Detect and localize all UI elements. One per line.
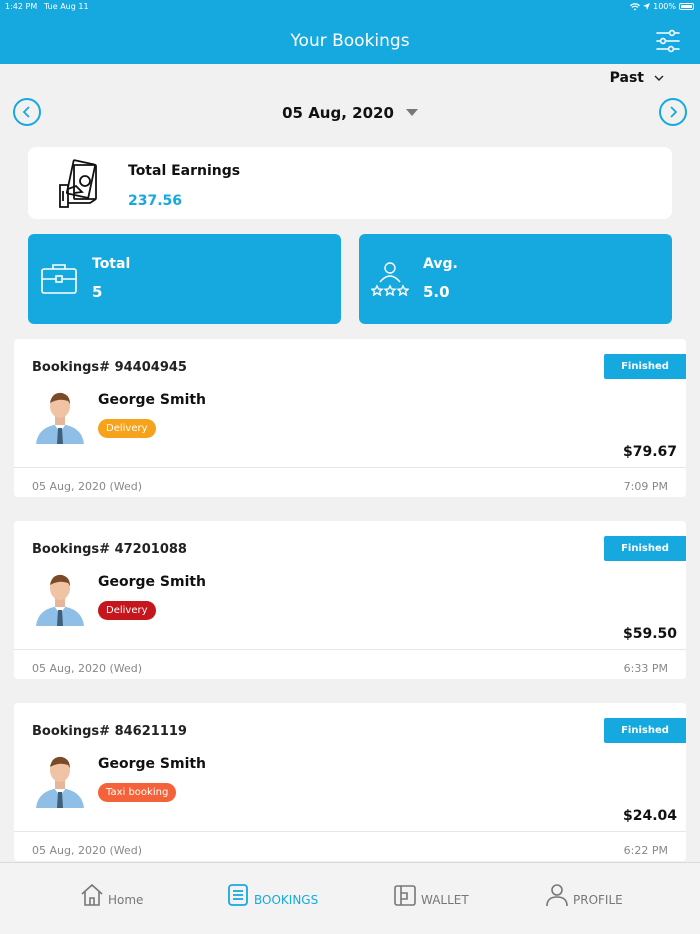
status-bar: 1:42 PM Tue Aug 11 100% — [0, 0, 700, 14]
money-hand-icon — [59, 159, 97, 208]
customer-name: George Smith — [98, 756, 207, 772]
location-icon — [643, 3, 651, 10]
filter-sliders-icon[interactable] — [656, 29, 680, 53]
booking-date: 05 Aug, 2020 (Wed) — [32, 662, 143, 675]
booking-time: 7:09 PM — [623, 480, 668, 493]
profile-icon — [546, 884, 568, 907]
booking-card[interactable]: Bookings# 94404945 Finished George Smith… — [14, 339, 686, 497]
divider — [14, 831, 686, 832]
status-time: 1:42 PM — [5, 2, 38, 11]
tab-bookings-label: BOOKINGS — [254, 893, 319, 907]
divider — [14, 467, 686, 468]
total-earnings-card: Total Earnings 237.56 — [28, 147, 672, 219]
booking-amount: $79.67 — [622, 444, 677, 460]
tab-profile-label: PROFILE — [573, 893, 623, 907]
page-title: Your Bookings — [290, 31, 410, 51]
wifi-icon — [630, 2, 641, 10]
tab-profile[interactable]: PROFILE — [545, 883, 623, 907]
status-badge: Finished — [604, 354, 686, 379]
status-right: 100% — [630, 2, 694, 11]
period-label: Past — [609, 70, 644, 86]
tab-bookings[interactable]: BOOKINGS — [226, 883, 318, 907]
caret-down-icon — [405, 109, 418, 116]
status-badge: Finished — [604, 718, 686, 743]
period-dropdown[interactable]: Past — [610, 70, 664, 86]
battery-percent: 100% — [653, 2, 676, 11]
next-date-button[interactable] — [659, 98, 687, 126]
tab-home-label: Home — [108, 893, 144, 907]
total-label: Total — [92, 256, 131, 272]
battery-icon — [679, 3, 694, 10]
avatar — [36, 574, 84, 626]
status-badge: Finished — [604, 536, 686, 561]
chevron-down-icon — [654, 75, 664, 81]
average-rating-card: Avg. 5.0 — [359, 234, 672, 324]
booking-time: 6:22 PM — [623, 844, 668, 857]
avatar — [36, 392, 84, 444]
booking-time: 6:33 PM — [623, 662, 668, 675]
booking-id: Bookings# 94404945 — [32, 360, 187, 375]
divider — [14, 649, 686, 650]
chevron-right-icon — [670, 106, 678, 118]
rating-person-icon — [371, 262, 409, 296]
total-value: 5 — [92, 283, 103, 301]
tab-home[interactable]: Home — [80, 883, 143, 907]
header-bar: Your Bookings — [0, 14, 700, 64]
avg-value: 5.0 — [423, 283, 450, 301]
briefcase-icon — [41, 264, 77, 294]
customer-name: George Smith — [98, 574, 207, 590]
total-bookings-card: Total 5 — [28, 234, 341, 324]
booking-amount: $59.50 — [622, 626, 677, 642]
home-icon — [81, 883, 103, 906]
booking-card[interactable]: Bookings# 47201088 Finished George Smith… — [14, 521, 686, 679]
booking-date: 05 Aug, 2020 (Wed) — [32, 480, 143, 493]
booking-type-tag: Taxi booking — [98, 783, 177, 802]
tab-wallet[interactable]: WALLET — [393, 883, 469, 907]
selected-date: 05 Aug, 2020 — [282, 103, 394, 122]
booking-type-tag: Delivery — [98, 601, 156, 620]
booking-id: Bookings# 84621119 — [32, 724, 187, 739]
booking-type-tag: Delivery — [98, 419, 156, 438]
tab-wallet-label: WALLET — [421, 893, 469, 907]
status-date: Tue Aug 11 — [44, 2, 89, 11]
avg-label: Avg. — [423, 256, 458, 272]
booking-amount: $24.04 — [622, 808, 677, 824]
bookings-list-icon — [228, 884, 248, 906]
date-selector[interactable]: 05 Aug, 2020 — [0, 103, 700, 122]
booking-date: 05 Aug, 2020 (Wed) — [32, 844, 143, 857]
wallet-icon — [394, 885, 416, 906]
booking-card[interactable]: Bookings# 84621119 Finished George Smith… — [14, 703, 686, 861]
booking-id: Bookings# 47201088 — [32, 542, 187, 557]
avatar — [36, 756, 84, 808]
customer-name: George Smith — [98, 392, 207, 408]
earnings-value: 237.56 — [128, 193, 183, 209]
bottom-tab-bar: Home BOOKINGS WALLET PROFILE — [0, 862, 700, 934]
earnings-label: Total Earnings — [128, 163, 241, 179]
